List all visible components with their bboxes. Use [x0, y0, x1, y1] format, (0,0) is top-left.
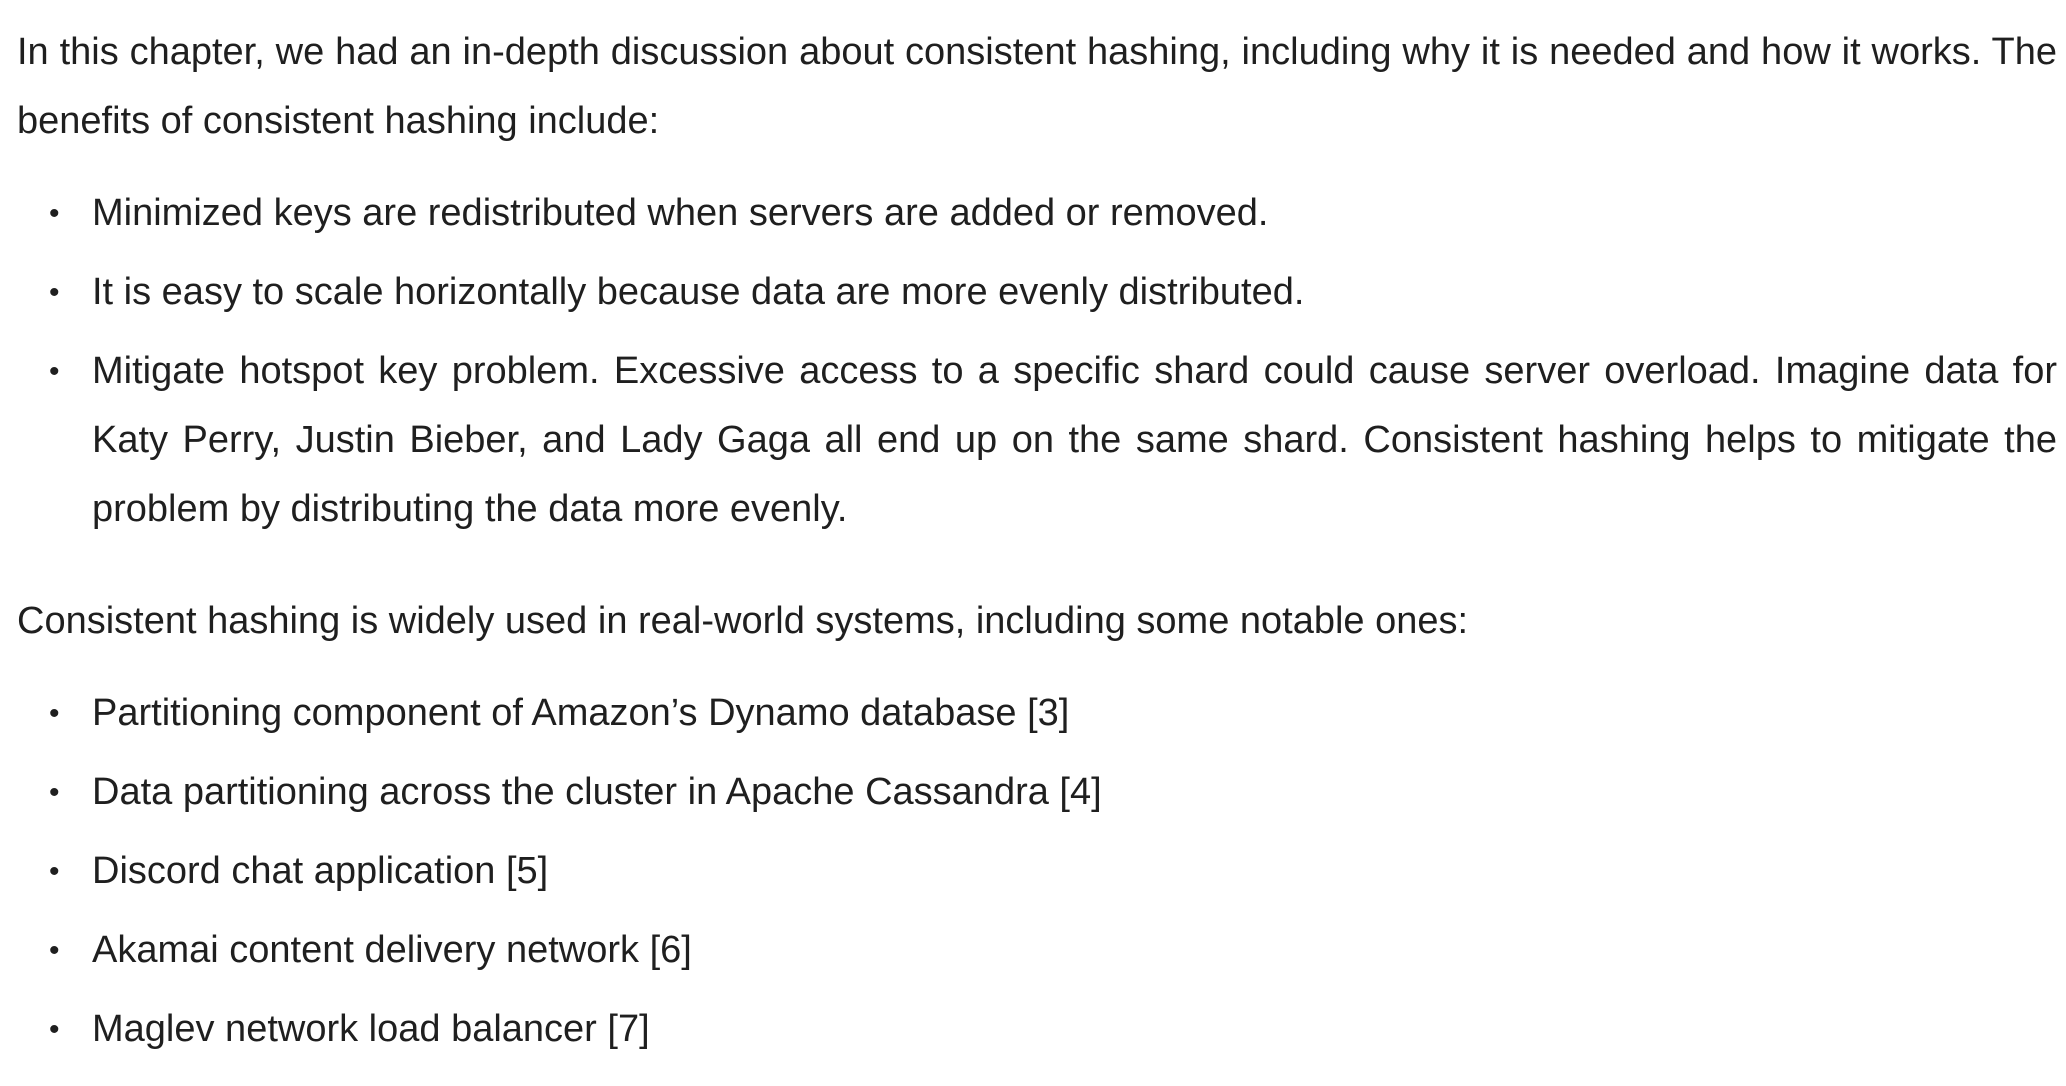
bullet-icon: •	[49, 776, 60, 809]
bullet-icon: •	[49, 276, 60, 309]
list-item: • It is easy to scale horizontally becau…	[49, 258, 2057, 327]
intro-paragraph: In this chapter, we had an in-depth disc…	[17, 31, 2057, 142]
usage-paragraph: Consistent hashing is widely used in rea…	[17, 600, 1469, 642]
list-item-text: Akamai content delivery network [6]	[92, 929, 692, 971]
benefits-list: • Minimized keys are redistributed when …	[17, 179, 2057, 544]
list-item: • Akamai content delivery network [6]	[49, 916, 2057, 985]
list-item: • Maglev network load balancer [7]	[49, 995, 2057, 1064]
list-item-text: Mitigate hotspot key problem. Excessive …	[92, 350, 2057, 530]
bullet-icon: •	[49, 1013, 60, 1046]
list-item-text: Maglev network load balancer [7]	[92, 1008, 650, 1050]
bullet-icon: •	[49, 197, 60, 230]
list-item-text: Minimized keys are redistributed when se…	[92, 192, 1269, 234]
list-item: • Mitigate hotspot key problem. Excessiv…	[49, 337, 2057, 544]
bullet-icon: •	[49, 934, 60, 967]
bullet-icon: •	[49, 355, 60, 388]
list-item: • Discord chat application [5]	[49, 837, 2057, 906]
bullet-icon: •	[49, 855, 60, 888]
list-item: • Partitioning component of Amazon’s Dyn…	[49, 679, 2057, 748]
list-item: • Data partitioning across the cluster i…	[49, 758, 2057, 827]
list-item-text: Discord chat application [5]	[92, 850, 549, 892]
list-item-text: Partitioning component of Amazon’s Dynam…	[92, 692, 1070, 734]
systems-list: • Partitioning component of Amazon’s Dyn…	[17, 679, 2057, 1064]
list-item: • Minimized keys are redistributed when …	[49, 179, 2057, 248]
list-item-text: Data partitioning across the cluster in …	[92, 771, 1102, 813]
list-item-text: It is easy to scale horizontally because…	[92, 271, 1305, 313]
bullet-icon: •	[49, 697, 60, 730]
document-body: In this chapter, we had an in-depth disc…	[17, 18, 2057, 1074]
